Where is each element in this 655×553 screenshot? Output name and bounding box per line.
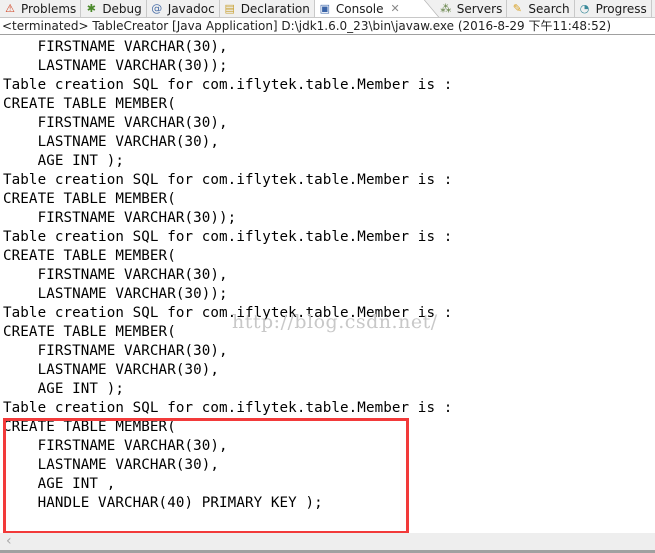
tab-label: Problems: [21, 1, 77, 16]
problems-icon: ⚠: [5, 2, 15, 15]
tab-declaration[interactable]: ▤ Declaration: [220, 0, 315, 17]
console-line: CREATE TABLE MEMBER(: [3, 324, 176, 340]
highlight-box: [3, 418, 409, 533]
tab-label: Debug: [102, 1, 142, 16]
declaration-icon: ▤: [224, 2, 235, 15]
tab-label: Declaration: [240, 1, 310, 16]
tab-label: Console: [335, 1, 384, 16]
horizontal-scrollbar[interactable]: ‹: [0, 533, 655, 550]
servers-icon: ⁂: [440, 2, 452, 15]
view-tab-bar: ⚠ Problems ✱ Debug @ Javadoc ▤ Declaration ▣ Cons…: [0, 0, 655, 18]
console-line: LASTNAME VARCHAR(30),: [3, 134, 220, 150]
console-line: Table creation SQL for com.iflytek.table…: [3, 400, 453, 416]
tab-label: Progress: [595, 1, 647, 16]
console-line: LASTNAME VARCHAR(30));: [3, 58, 228, 74]
tab-label: Servers: [456, 1, 503, 16]
console-line: FIRSTNAME VARCHAR(30),: [3, 267, 228, 283]
tab-debug[interactable]: ✱ Debug: [81, 0, 147, 17]
javadoc-at-icon: @: [151, 2, 163, 15]
console-status-line: <terminated> TableCreator [Java Applicat…: [0, 18, 655, 35]
console-line: LASTNAME VARCHAR(30));: [3, 286, 228, 302]
console-line: FIRSTNAME VARCHAR(30),: [3, 343, 228, 359]
console-line: FIRSTNAME VARCHAR(30),: [3, 115, 228, 131]
debug-bug-icon: ✱: [86, 2, 96, 15]
tab-label: Search: [528, 1, 570, 16]
console-line: AGE INT );: [3, 153, 124, 169]
console-output[interactable]: HANDLE VARCHAR(40) PRIMARY KEY ); AGE IN…: [0, 36, 655, 533]
scroll-left-arrow-icon[interactable]: ‹: [6, 533, 12, 550]
tab-progress[interactable]: ◔ Progress: [575, 0, 652, 17]
console-monitor-icon: ▣: [319, 2, 331, 15]
console-line: AGE INT );: [3, 381, 124, 397]
tab-console[interactable]: ▣ Console ✕: [314, 0, 422, 17]
close-tab-icon[interactable]: ✕: [391, 2, 400, 15]
search-flashlight-icon: ✎: [512, 2, 522, 15]
console-line: Table creation SQL for com.iflytek.table…: [3, 77, 453, 93]
console-line: LASTNAME VARCHAR(30),: [3, 362, 220, 378]
console-line: CREATE TABLE MEMBER(: [3, 191, 176, 207]
console-line: Table creation SQL for com.iflytek.table…: [3, 229, 453, 245]
tab-search[interactable]: ✎ Search: [507, 0, 575, 17]
console-line: CREATE TABLE MEMBER(: [3, 248, 176, 264]
console-line: CREATE TABLE MEMBER(: [3, 96, 176, 112]
console-line: FIRSTNAME VARCHAR(30));: [3, 210, 237, 226]
watermark: http://blog.csdn.net/: [232, 311, 438, 333]
console-line: FIRSTNAME VARCHAR(30),: [3, 39, 228, 55]
console-line: Table creation SQL for com.iflytek.table…: [3, 172, 453, 188]
tab-label: Javadoc: [167, 1, 215, 16]
tab-javadoc[interactable]: @ Javadoc: [147, 0, 220, 17]
tab-servers[interactable]: ⁂ Servers: [436, 0, 508, 17]
progress-icon: ◔: [579, 2, 590, 15]
tab-problems[interactable]: ⚠ Problems: [0, 0, 82, 17]
